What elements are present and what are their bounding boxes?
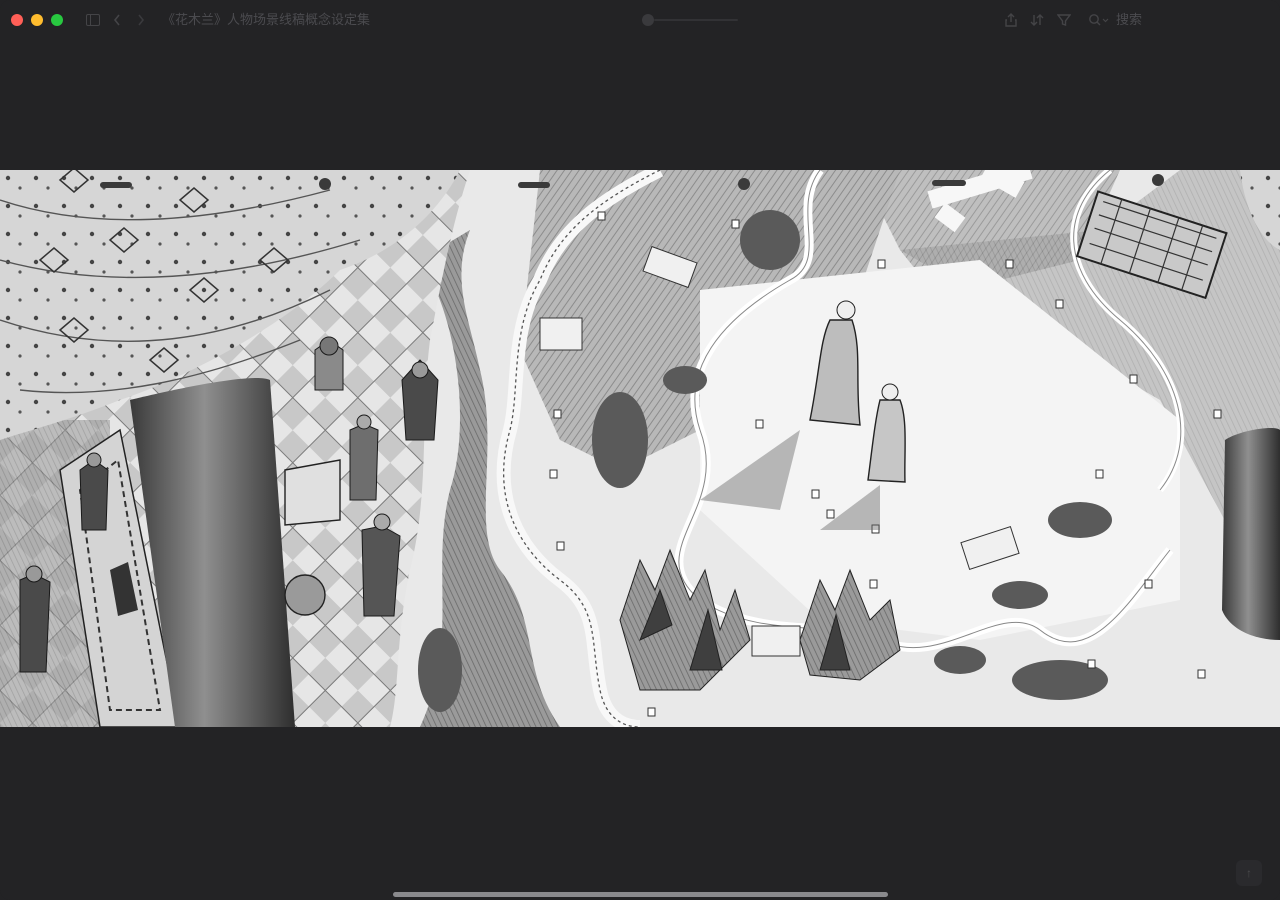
- minimize-window-button[interactable]: [31, 14, 43, 26]
- search-icon[interactable]: [1088, 12, 1110, 28]
- sidebar-icon[interactable]: [86, 14, 100, 26]
- share-icon[interactable]: [1004, 12, 1018, 28]
- title-bar: 《花木兰》人物场景线稿概念设定集 搜索: [0, 0, 1280, 40]
- maximize-window-button[interactable]: [51, 14, 63, 26]
- image-viewer[interactable]: [0, 170, 1280, 727]
- sort-icon[interactable]: [1030, 12, 1044, 28]
- app-window: 《花木兰》人物场景线稿概念设定集 搜索 ↑: [0, 0, 1280, 900]
- close-window-button[interactable]: [11, 14, 23, 26]
- chevron-right-icon[interactable]: [136, 12, 146, 28]
- zoom-slider-knob[interactable]: [642, 14, 654, 26]
- chevron-left-icon[interactable]: [112, 12, 122, 28]
- scroll-to-top-button[interactable]: ↑: [1236, 860, 1262, 886]
- sketch-artwork: [0, 170, 1280, 727]
- zoom-slider-track: [654, 19, 738, 21]
- zoom-slider[interactable]: [642, 14, 738, 26]
- search-field[interactable]: 搜索: [1116, 12, 1142, 28]
- window-title: 《花木兰》人物场景线稿概念设定集: [162, 12, 371, 27]
- horizontal-scrollbar[interactable]: [393, 892, 888, 897]
- filter-icon[interactable]: [1056, 12, 1072, 28]
